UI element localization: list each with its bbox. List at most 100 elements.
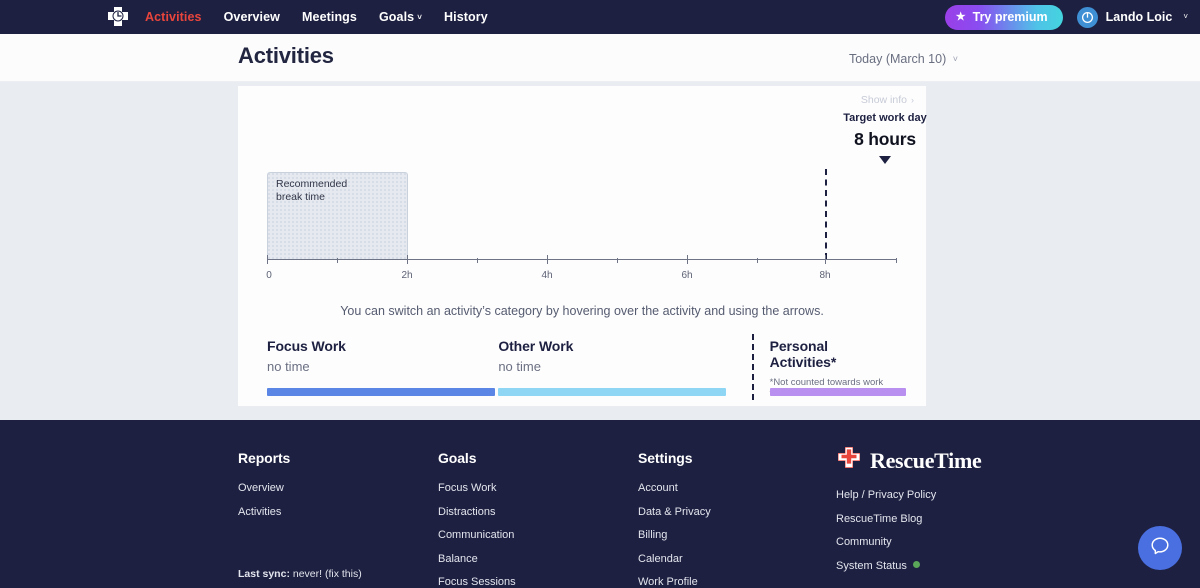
- site-footer: Reports Overview Activities Last sync: n…: [0, 420, 1200, 588]
- page-root: Activities Overview Meetings Goals ˅ Hist…: [0, 0, 1200, 588]
- show-info-link[interactable]: Show info ›: [861, 94, 914, 106]
- navbar-right-group: ★ Try premium Lando Loic ˅: [944, 0, 1188, 34]
- rescuetime-cross-logo-icon: [836, 446, 862, 475]
- category-focus-work[interactable]: Focus Work no time: [267, 338, 498, 396]
- footer-link-billing[interactable]: Billing: [638, 529, 838, 541]
- footer-link-distractions[interactable]: Distractions: [438, 506, 638, 518]
- axis-tick-5h: [617, 258, 618, 263]
- brand-row: RescueTime: [836, 446, 1166, 475]
- last-sync-status: Last sync: never! (fix this): [238, 568, 362, 580]
- nav-item-history[interactable]: History: [444, 10, 488, 24]
- footer-link-balance[interactable]: Balance: [438, 553, 638, 565]
- date-range-selector[interactable]: Today (March 10) ˅: [849, 52, 958, 66]
- axis-tick-3h: [477, 258, 478, 263]
- footer-link-community[interactable]: Community: [836, 536, 1166, 548]
- nav-item-goals-label: Goals: [378, 10, 415, 24]
- footer-column-reports-title: Reports: [238, 450, 291, 466]
- footer-link-calendar[interactable]: Calendar: [638, 553, 838, 565]
- axis-tick-1h: [337, 258, 338, 263]
- axis-label-0h: 0: [266, 270, 272, 281]
- target-work-day-marker: Target work day 8 hours: [825, 112, 945, 164]
- show-info-label: Show info: [860, 94, 907, 106]
- category-switch-hint: You can switch an activity’s category by…: [340, 304, 824, 318]
- target-work-day-value: 8 hours: [854, 129, 916, 149]
- footer-column-goals-title: Goals: [438, 450, 477, 466]
- chat-bubble-icon: [1149, 535, 1171, 562]
- nav-item-history-label: History: [444, 10, 488, 24]
- user-menu[interactable]: Lando Loic ˅: [1076, 6, 1188, 28]
- axis-label-6h: 6h: [681, 270, 693, 281]
- page-header-bar: [0, 34, 1200, 82]
- activities-card: Show info › Target work day 8 hours Reco…: [238, 86, 927, 406]
- recommended-break-label: Recommended break time: [276, 178, 347, 204]
- nav-item-meetings-label: Meetings: [302, 10, 357, 24]
- timeline-axis: 0 2h 4h 6h 8h: [266, 255, 897, 281]
- try-premium-button[interactable]: ★ Try premium: [944, 4, 1063, 30]
- target-work-day-dashed-line: [825, 169, 827, 259]
- chevron-down-icon: ˅: [1183, 11, 1188, 21]
- category-focus-work-bar: [267, 388, 495, 396]
- category-other-work[interactable]: Other Work no time: [498, 338, 729, 396]
- footer-link-system-status[interactable]: System Status: [836, 560, 1166, 572]
- footer-link-rescuetime-blog[interactable]: RescueTime Blog: [836, 513, 1166, 525]
- footer-column-settings-title: Settings: [638, 450, 693, 466]
- category-personal-activities[interactable]: Personal Activities* *Not counted toward…: [769, 338, 906, 399]
- try-premium-label: Try premium: [972, 10, 1048, 24]
- axis-tick-end: [896, 258, 897, 263]
- footer-link-help-privacy[interactable]: Help / Privacy Policy: [836, 489, 1166, 501]
- nav-item-activities-label: Activities: [145, 10, 202, 24]
- category-personal-activities-asterisk: *: [830, 354, 837, 370]
- footer-link-work-profile[interactable]: Work Profile: [638, 576, 838, 588]
- target-work-day-label: Target work day: [843, 112, 927, 124]
- axis-tick-0h: [267, 255, 268, 264]
- category-other-work-bar: [498, 388, 727, 396]
- footer-link-focus-work[interactable]: Focus Work: [438, 482, 638, 494]
- chevron-down-icon: ˅: [952, 54, 958, 64]
- last-sync-value[interactable]: never! (fix this): [290, 568, 362, 580]
- footer-brand-column: RescueTime Help / Privacy Policy RescueT…: [836, 446, 1166, 583]
- footer-link-data-privacy[interactable]: Data & Privacy: [638, 506, 838, 518]
- top-navbar: Activities Overview Meetings Goals ˅ Hist…: [0, 0, 1200, 34]
- rescuetime-clock-cross-logo-icon[interactable]: [106, 6, 130, 28]
- nav-item-overview[interactable]: Overview: [224, 10, 280, 24]
- category-focus-work-value: no time: [267, 359, 310, 374]
- axis-label-4h: 4h: [541, 270, 553, 281]
- axis-tick-2h: [407, 255, 408, 264]
- category-personal-activities-name-text: Personal Activities: [769, 338, 831, 370]
- axis-label-8h: 8h: [819, 270, 831, 281]
- personal-activities-divider: [752, 334, 754, 400]
- chevron-right-icon: ›: [911, 95, 914, 105]
- footer-column-settings: Settings Account Data & Privacy Billing …: [638, 450, 838, 588]
- brand-name: RescueTime: [870, 447, 982, 473]
- status-indicator-dot: [912, 560, 920, 568]
- help-chat-button[interactable]: [1138, 526, 1182, 570]
- nav-item-meetings[interactable]: Meetings: [302, 10, 357, 24]
- star-icon: ★: [955, 10, 966, 23]
- avatar: [1076, 6, 1098, 28]
- category-focus-work-name: Focus Work: [267, 338, 346, 354]
- system-status-label: System Status: [836, 559, 907, 572]
- user-name-label: Lando Loic: [1105, 10, 1173, 24]
- category-summary-row: Focus Work no time Other Work no time Pe…: [267, 338, 906, 399]
- recommended-break-line2: break time: [276, 191, 326, 204]
- nav-item-activities[interactable]: Activities: [145, 10, 202, 24]
- triangle-down-icon: [879, 156, 891, 164]
- footer-link-activities[interactable]: Activities: [238, 506, 438, 518]
- category-other-work-value: no time: [498, 359, 541, 374]
- footer-link-communication[interactable]: Communication: [438, 529, 638, 541]
- axis-tick-8h: [825, 255, 826, 264]
- footer-link-overview[interactable]: Overview: [238, 482, 438, 494]
- axis-tick-4h: [547, 255, 548, 264]
- footer-column-goals: Goals Focus Work Distractions Communicat…: [438, 450, 638, 588]
- nav-item-overview-label: Overview: [223, 10, 280, 24]
- axis-tick-7h: [757, 258, 758, 263]
- nav-links: Activities Overview Meetings Goals ˅ Hist…: [145, 10, 488, 24]
- axis-label-2h: 2h: [401, 270, 413, 281]
- page-title: Activities: [238, 43, 334, 68]
- category-other-work-name: Other Work: [498, 338, 574, 354]
- chevron-down-icon: ˅: [417, 13, 423, 22]
- footer-link-account[interactable]: Account: [638, 482, 838, 494]
- nav-item-goals[interactable]: Goals ˅: [379, 10, 422, 24]
- category-personal-activities-bar: [769, 388, 906, 396]
- footer-link-focus-sessions[interactable]: Focus Sessions: [438, 576, 638, 588]
